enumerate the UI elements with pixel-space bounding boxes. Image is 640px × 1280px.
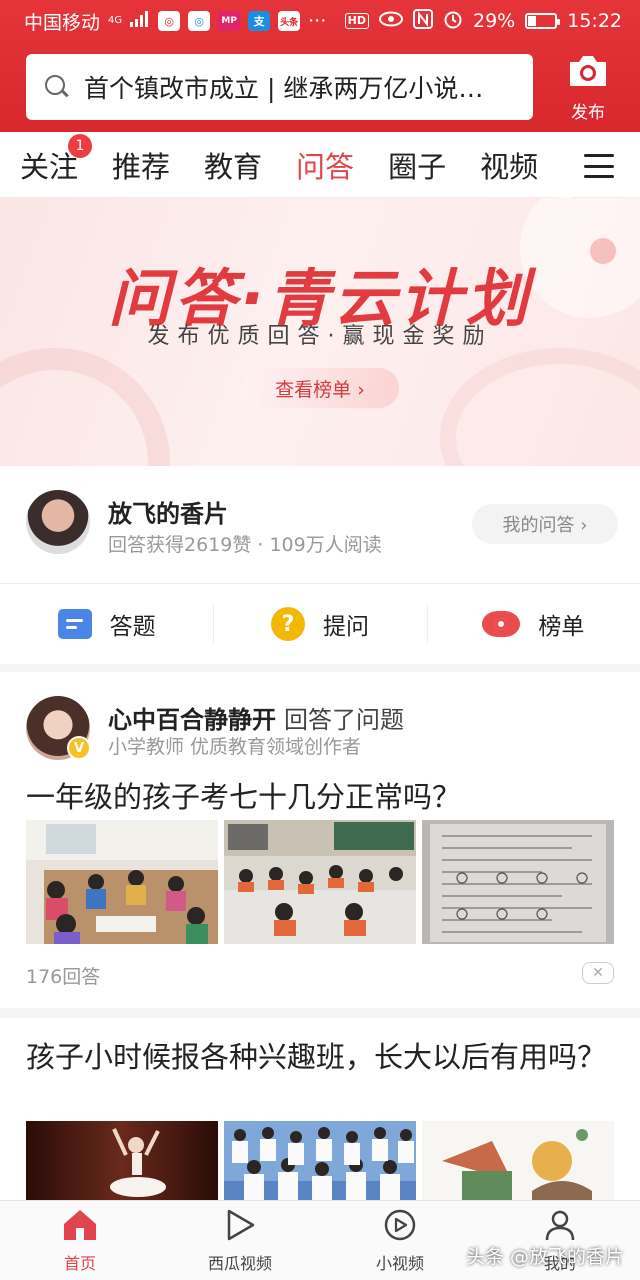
- banner-subtitle: 发布优质回答·赢现金奖励: [147, 324, 493, 349]
- tab-label: 问答: [296, 149, 355, 184]
- my-profile-card: 放飞的香片 回答获得2619赞 · 109万人阅读 我的问答 ›: [0, 466, 640, 584]
- top-header: 中国移动 4G ◎ ◎ MP 支 头条 ··· HD 29% 15:22 首个镇…: [0, 0, 640, 132]
- image-grid: [26, 820, 614, 944]
- banner-decoration: [440, 348, 640, 466]
- nav-label: 西瓜视频: [207, 1253, 272, 1273]
- tab-follow[interactable]: 关注 1: [20, 133, 93, 186]
- nav-small-video[interactable]: 小视频: [320, 1201, 480, 1280]
- qa-actions: 答题 ? 提问 榜单: [0, 584, 640, 664]
- tab-education[interactable]: 教育: [204, 144, 262, 186]
- small-video-icon: [383, 1208, 417, 1246]
- profile-name[interactable]: 放飞的香片: [108, 494, 228, 529]
- test-paper-photo[interactable]: [422, 820, 614, 944]
- nav-label: 首页: [63, 1253, 96, 1273]
- feed-card[interactable]: V 心中百合静静开 回答了问题 小学教师 优质教育领域创作者 一年级的孩子考七十几…: [0, 672, 640, 1008]
- nav-home[interactable]: 首页: [0, 1201, 160, 1280]
- search-bar[interactable]: 首个镇改市成立 | 继承两万亿小说…: [26, 54, 533, 120]
- answer-icon: [57, 609, 92, 639]
- answer-label: 答题: [109, 614, 156, 640]
- watermark: 头条 @放飞的香片: [465, 1246, 624, 1268]
- profile-stats: 回答获得2619赞 · 109万人阅读: [108, 534, 382, 556]
- notification-app-icon: 头条: [278, 11, 301, 31]
- answer-button[interactable]: 答题: [0, 584, 213, 664]
- nav-xigua-video[interactable]: 西瓜视频: [160, 1201, 320, 1280]
- feed-card[interactable]: 孩子小时候报各种兴趣班，长大以后有用吗？: [0, 1018, 640, 1211]
- answer-count: 176回答: [26, 966, 101, 988]
- banner-decoration: [0, 348, 170, 466]
- home-icon: [61, 1208, 99, 1246]
- app-screen: 中国移动 4G ◎ ◎ MP 支 头条 ··· HD 29% 15:22 首个镇…: [0, 0, 640, 1280]
- question-title[interactable]: 孩子小时候报各种兴趣班，长大以后有用吗？: [26, 1038, 606, 1076]
- tab-fade: [550, 132, 572, 198]
- avatar[interactable]: [26, 490, 90, 554]
- author-line: 心中百合静静开 回答了问题: [108, 700, 404, 735]
- author-name[interactable]: 心中百合静静开: [108, 706, 276, 734]
- search-icon: [44, 74, 70, 100]
- user-icon: [543, 1208, 577, 1246]
- tab-label: 教育: [204, 149, 263, 184]
- status-bar: 中国移动 4G ◎ ◎ MP 支 头条 ··· HD 29% 15:22: [0, 0, 640, 42]
- taekwondo-photo[interactable]: [224, 1121, 416, 1211]
- ranking-button[interactable]: 榜单: [426, 584, 640, 664]
- tab-recommend[interactable]: 推荐: [112, 144, 170, 186]
- hd-badge: HD: [344, 13, 369, 29]
- unread-badge: 1: [68, 133, 93, 158]
- question-title[interactable]: 一年级的孩子考七十几分正常吗？: [26, 774, 461, 816]
- question-icon: ?: [270, 607, 305, 641]
- notification-app-icon: ◎: [188, 11, 211, 31]
- dislike-close-icon[interactable]: ✕: [582, 962, 614, 984]
- tab-label: 视频: [480, 149, 539, 184]
- notification-app-icon: 支: [248, 11, 271, 31]
- tab-video[interactable]: 视频: [480, 144, 538, 186]
- author-description: 小学教师 优质教育领域创作者: [108, 736, 362, 758]
- publish-label: 发布: [571, 103, 605, 123]
- signal-icon: [130, 10, 150, 32]
- ask-label: 提问: [322, 614, 369, 640]
- more-notifications: ···: [308, 10, 327, 32]
- play-icon: [223, 1208, 257, 1246]
- illustration-photo[interactable]: [422, 1121, 614, 1211]
- camera-icon: [566, 52, 610, 94]
- eye-comfort-icon: [379, 10, 403, 32]
- tab-label: 关注: [20, 149, 79, 184]
- notification-app-icon: MP: [218, 11, 241, 31]
- notification-app-icon: ◎: [158, 11, 181, 31]
- tab-label: 推荐: [112, 149, 171, 184]
- view-ranking-button[interactable]: 查看榜单 ›: [241, 368, 399, 408]
- ask-button[interactable]: ? 提问: [213, 584, 426, 664]
- image-grid: [26, 1121, 614, 1211]
- publish-button[interactable]: 发布: [558, 52, 618, 124]
- channel-tabs: 关注 1 推荐 教育 问答 圈子 视频: [0, 132, 640, 198]
- ranking-label: 榜单: [538, 614, 585, 640]
- clock: 15:22: [567, 10, 622, 32]
- ballet-photo[interactable]: [26, 1121, 218, 1211]
- my-answers-button[interactable]: 我的问答 ›: [472, 504, 618, 544]
- battery-percent: 29%: [473, 10, 516, 32]
- channel-menu-icon[interactable]: [584, 154, 614, 178]
- author-action: 回答了问题: [284, 706, 404, 734]
- tab-label: 圈子: [388, 149, 447, 184]
- classroom-photo[interactable]: [224, 820, 416, 944]
- tab-qa[interactable]: 问答: [296, 144, 354, 186]
- verified-badge: V: [67, 736, 91, 760]
- alarm-icon: [443, 9, 463, 34]
- network-label: 4G: [108, 15, 123, 26]
- rank-eye-icon: [482, 611, 521, 637]
- carrier-label: 中国移动: [24, 11, 101, 34]
- battery-icon: [525, 13, 561, 29]
- nfc-icon: [413, 8, 433, 34]
- qa-banner[interactable]: 问答·青云计划 发布优质回答·赢现金奖励 查看榜单 ›: [0, 198, 640, 466]
- search-hint-text: 首个镇改市成立 | 继承两万亿小说…: [84, 74, 484, 103]
- classroom-photo[interactable]: [26, 820, 218, 944]
- tab-circle[interactable]: 圈子: [388, 144, 446, 186]
- nav-label: 小视频: [375, 1253, 424, 1273]
